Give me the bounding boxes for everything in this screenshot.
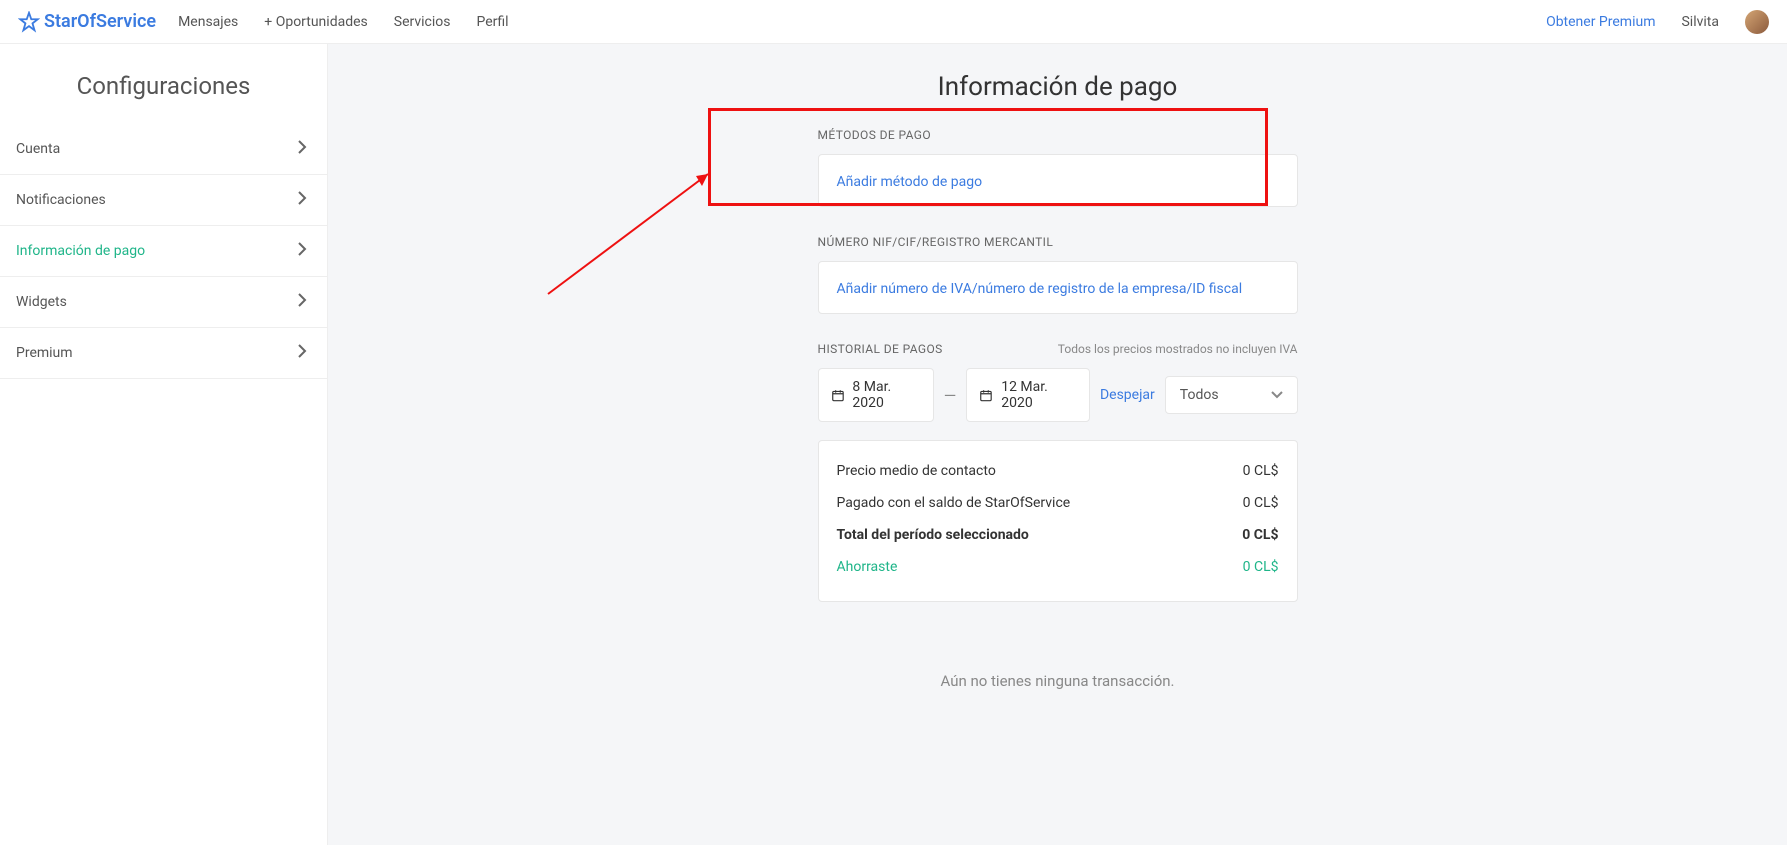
empty-transactions-message: Aún no tienes ninguna transacción.	[940, 672, 1174, 690]
chevron-right-icon	[297, 140, 307, 158]
sidebar-item-widgets[interactable]: Widgets	[0, 277, 327, 328]
summary-value: 0 CL$	[1243, 463, 1279, 479]
sidebar-item-label: Notificaciones	[16, 192, 106, 208]
sidebar-item-label: Widgets	[16, 294, 67, 310]
sidebar-item-label: Premium	[16, 345, 73, 361]
content: Información de pago MÉTODOS DE PAGO Añad…	[328, 44, 1787, 845]
calendar-icon	[831, 388, 845, 403]
page-title: Información de pago	[938, 72, 1178, 102]
summary-row: Precio medio de contacto 0 CL$	[837, 455, 1279, 487]
nav-right: Obtener Premium Silvita	[1546, 10, 1769, 34]
date-from-value: 8 Mar. 2020	[852, 379, 920, 411]
payment-methods-section: MÉTODOS DE PAGO Añadir método de pago	[818, 128, 1298, 207]
summary-row: Pagado con el saldo de StarOfService 0 C…	[837, 487, 1279, 519]
chevron-right-icon	[297, 191, 307, 209]
top-nav: StarOfService Mensajes + Oportunidades S…	[0, 0, 1787, 44]
star-icon	[18, 11, 40, 33]
date-from-input[interactable]: 8 Mar. 2020	[818, 368, 934, 422]
summary-label: Precio medio de contacto	[837, 463, 996, 479]
nav-servicios[interactable]: Servicios	[394, 14, 451, 30]
brand-logo[interactable]: StarOfService	[18, 11, 156, 33]
sidebar-item-cuenta[interactable]: Cuenta	[0, 124, 327, 175]
history-header: HISTORIAL DE PAGOS Todos los precios mos…	[818, 342, 1298, 356]
chevron-right-icon	[297, 293, 307, 311]
sidebar-item-label: Cuenta	[16, 141, 60, 157]
summary-label: Ahorraste	[837, 559, 898, 575]
section-label: HISTORIAL DE PAGOS	[818, 342, 943, 356]
section-label: NÚMERO NIF/CIF/REGISTRO MERCANTIL	[818, 235, 1298, 249]
history-summary-card: Precio medio de contacto 0 CL$ Pagado co…	[818, 440, 1298, 602]
sidebar-item-premium[interactable]: Premium	[0, 328, 327, 379]
filter-row: 8 Mar. 2020 — 12 Mar. 2020 Despejar Todo…	[818, 368, 1298, 422]
add-payment-method-link[interactable]: Añadir método de pago	[837, 174, 983, 190]
summary-value: 0 CL$	[1243, 495, 1279, 511]
nav-links: Mensajes + Oportunidades Servicios Perfi…	[178, 14, 509, 30]
summary-value: 0 CL$	[1243, 559, 1279, 575]
annotation-arrow	[538, 164, 728, 304]
summary-row-saved: Ahorraste 0 CL$	[837, 551, 1279, 583]
filter-select[interactable]: Todos	[1165, 376, 1298, 414]
summary-label: Total del período seleccionado	[837, 527, 1029, 543]
section-label: MÉTODOS DE PAGO	[818, 128, 1298, 142]
chevron-down-icon	[1271, 391, 1283, 399]
history-note: Todos los precios mostrados no incluyen …	[1058, 342, 1298, 356]
history-section: HISTORIAL DE PAGOS Todos los precios mos…	[818, 342, 1298, 602]
sidebar: Configuraciones Cuenta Notificaciones In…	[0, 44, 328, 845]
body-wrap: Configuraciones Cuenta Notificaciones In…	[0, 44, 1787, 845]
premium-link[interactable]: Obtener Premium	[1546, 14, 1655, 30]
date-to-input[interactable]: 12 Mar. 2020	[966, 368, 1090, 422]
sidebar-item-notificaciones[interactable]: Notificaciones	[0, 175, 327, 226]
clear-dates-link[interactable]: Despejar	[1100, 387, 1155, 403]
sidebar-item-informacion-de-pago[interactable]: Información de pago	[0, 226, 327, 277]
brand-name: StarOfService	[44, 11, 156, 32]
date-range-separator: —	[944, 386, 957, 405]
avatar[interactable]	[1745, 10, 1769, 34]
vat-card: Añadir número de IVA/número de registro …	[818, 261, 1298, 314]
date-to-value: 12 Mar. 2020	[1001, 379, 1077, 411]
summary-value: 0 CL$	[1242, 527, 1278, 543]
vat-section: NÚMERO NIF/CIF/REGISTRO MERCANTIL Añadir…	[818, 235, 1298, 314]
summary-label: Pagado con el saldo de StarOfService	[837, 495, 1071, 511]
sidebar-item-label: Información de pago	[16, 243, 145, 259]
sidebar-title: Configuraciones	[0, 44, 327, 124]
summary-row-total: Total del período seleccionado 0 CL$	[837, 519, 1279, 551]
calendar-icon	[979, 388, 993, 403]
chevron-right-icon	[297, 242, 307, 260]
nav-perfil[interactable]: Perfil	[476, 14, 508, 30]
chevron-right-icon	[297, 344, 307, 362]
payment-methods-card: Añadir método de pago	[818, 154, 1298, 207]
user-name[interactable]: Silvita	[1681, 14, 1719, 30]
add-vat-link[interactable]: Añadir número de IVA/número de registro …	[837, 281, 1243, 297]
nav-oportunidades[interactable]: + Oportunidades	[264, 14, 367, 30]
nav-mensajes[interactable]: Mensajes	[178, 14, 238, 30]
filter-selected-value: Todos	[1180, 387, 1219, 403]
